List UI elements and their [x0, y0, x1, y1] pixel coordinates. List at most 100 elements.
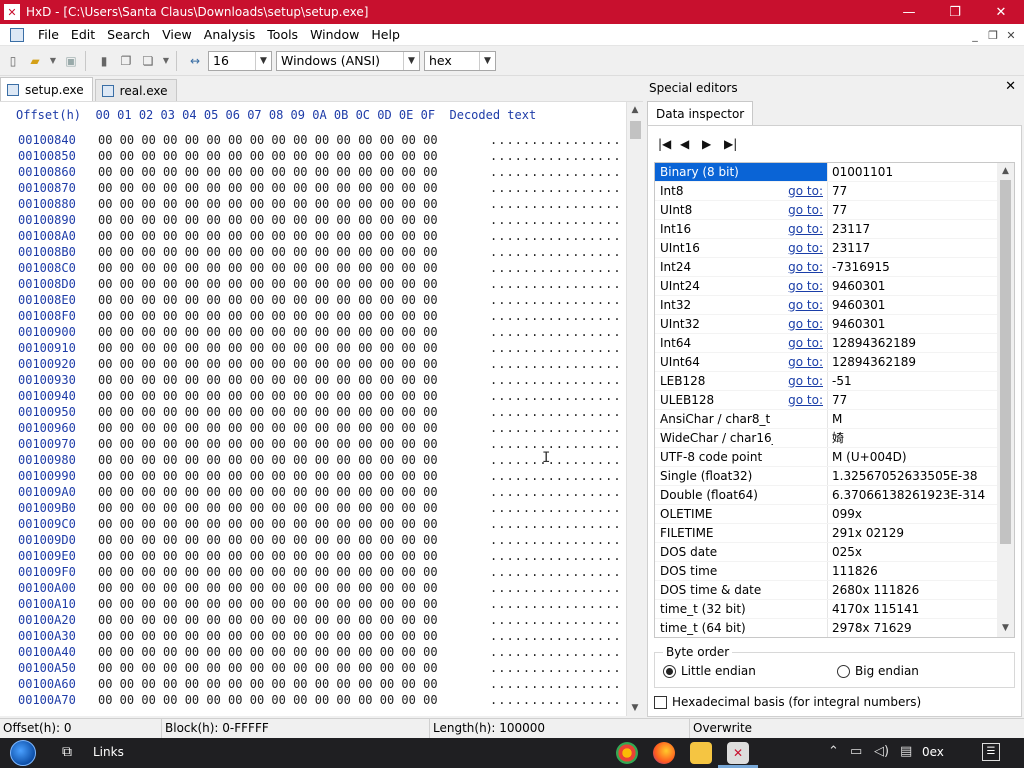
hex-row[interactable]: 00100A40 00 00 00 00 00 00 00 00 00 00 00…: [18, 644, 622, 660]
row-bytes[interactable]: 00 00 00 00 00 00 00 00 00 00 00 00 00 0…: [98, 532, 490, 548]
chrome-icon[interactable]: [616, 742, 638, 764]
row-bytes[interactable]: 00 00 00 00 00 00 00 00 00 00 00 00 00 0…: [98, 164, 490, 180]
open-folder-icon[interactable]: ▰: [26, 52, 44, 70]
hex-row[interactable]: 001008F0 00 00 00 00 00 00 00 00 00 00 00…: [18, 308, 622, 324]
row-bytes[interactable]: 00 00 00 00 00 00 00 00 00 00 00 00 00 0…: [98, 452, 490, 468]
inspector-row[interactable]: UInt16 go to: 23117: [655, 239, 998, 258]
new-file-icon[interactable]: ▯: [4, 52, 22, 70]
row-decoded-text[interactable]: ................: [490, 612, 622, 628]
mdi-minimize-button[interactable]: _: [966, 29, 984, 42]
inspector-value[interactable]: 9460301: [827, 296, 998, 314]
row-decoded-text[interactable]: ................: [490, 676, 622, 692]
inspector-value[interactable]: 婍: [827, 429, 998, 447]
minimize-button[interactable]: —: [886, 0, 932, 24]
cut-icon[interactable]: ▮: [95, 52, 113, 70]
hex-row[interactable]: 001008B0 00 00 00 00 00 00 00 00 00 00 00…: [18, 244, 622, 260]
row-decoded-text[interactable]: ................: [490, 580, 622, 596]
row-bytes[interactable]: 00 00 00 00 00 00 00 00 00 00 00 00 00 0…: [98, 260, 490, 276]
inspector-value[interactable]: -51: [827, 372, 998, 390]
firefox-icon[interactable]: [653, 742, 675, 764]
hex-row[interactable]: 001008C0 00 00 00 00 00 00 00 00 00 00 00…: [18, 260, 622, 276]
document-icon[interactable]: [10, 27, 24, 42]
inspector-row[interactable]: Binary (8 bit) 01001101: [655, 163, 998, 182]
inspector-value[interactable]: M: [827, 410, 998, 428]
title-bar[interactable]: ✕ HxD - [C:\Users\Santa Claus\Downloads\…: [0, 0, 1024, 24]
big-endian-radio[interactable]: Big endian: [837, 664, 919, 678]
scroll-up-icon[interactable]: ▲: [627, 102, 643, 119]
row-decoded-text[interactable]: ................: [490, 484, 622, 500]
inspector-row[interactable]: Int64 go to: 12894362189: [655, 334, 998, 353]
row-decoded-text[interactable]: ................: [490, 324, 622, 340]
inspector-value[interactable]: 6.37066138261923E-314: [827, 486, 998, 504]
menu-help[interactable]: Help: [365, 24, 406, 46]
inspector-row[interactable]: OLETIME 099x: [655, 505, 998, 524]
row-bytes[interactable]: 00 00 00 00 00 00 00 00 00 00 00 00 00 0…: [98, 132, 490, 148]
hex-row[interactable]: 001009F0 00 00 00 00 00 00 00 00 00 00 00…: [18, 564, 622, 580]
tab-data-inspector[interactable]: Data inspector: [647, 101, 754, 125]
prev-icon[interactable]: ◀: [680, 136, 702, 152]
inspector-value[interactable]: M (U+004D): [827, 448, 998, 466]
row-bytes[interactable]: 00 00 00 00 00 00 00 00 00 00 00 00 00 0…: [98, 356, 490, 372]
row-bytes[interactable]: 00 00 00 00 00 00 00 00 00 00 00 00 00 0…: [98, 276, 490, 292]
row-decoded-text[interactable]: ................: [490, 420, 622, 436]
inspector-row[interactable]: Single (float32) 1.32567052633505E-38: [655, 467, 998, 486]
bytes-per-row-select[interactable]: 16 ▼: [208, 50, 272, 71]
goto-link[interactable]: go to:: [773, 334, 827, 352]
next-icon[interactable]: ▶: [702, 136, 724, 152]
row-bytes[interactable]: 00 00 00 00 00 00 00 00 00 00 00 00 00 0…: [98, 212, 490, 228]
inspector-value[interactable]: 291x 02129: [827, 524, 998, 542]
hex-row[interactable]: 00100A50 00 00 00 00 00 00 00 00 00 00 00…: [18, 660, 622, 676]
row-decoded-text[interactable]: ................: [490, 388, 622, 404]
hex-row[interactable]: 00100A70 00 00 00 00 00 00 00 00 00 00 00…: [18, 692, 622, 708]
row-decoded-text[interactable]: ................: [490, 244, 622, 260]
paste-icon[interactable]: ❏: [139, 52, 157, 70]
row-bytes[interactable]: 00 00 00 00 00 00 00 00 00 00 00 00 00 0…: [98, 612, 490, 628]
hex-row[interactable]: 00100870 00 00 00 00 00 00 00 00 00 00 00…: [18, 180, 622, 196]
menu-edit[interactable]: Edit: [65, 24, 101, 46]
inspector-row[interactable]: LEB128 go to: -51: [655, 372, 998, 391]
row-bytes[interactable]: 00 00 00 00 00 00 00 00 00 00 00 00 00 0…: [98, 564, 490, 580]
chevron-up-icon[interactable]: ⌃: [828, 744, 839, 759]
hex-row[interactable]: 001009B0 00 00 00 00 00 00 00 00 00 00 00…: [18, 500, 622, 516]
row-bytes[interactable]: 00 00 00 00 00 00 00 00 00 00 00 00 00 0…: [98, 484, 490, 500]
inspector-row[interactable]: UInt24 go to: 9460301: [655, 277, 998, 296]
hex-row[interactable]: 00100890 00 00 00 00 00 00 00 00 00 00 00…: [18, 212, 622, 228]
row-decoded-text[interactable]: ................: [490, 260, 622, 276]
hex-row[interactable]: 00100970 00 00 00 00 00 00 00 00 00 00 00…: [18, 436, 622, 452]
inspector-value[interactable]: 77: [827, 391, 998, 409]
hex-row[interactable]: 00100980 00 00 00 00 00 00 00 00 00 00 00…: [18, 452, 622, 468]
task-view-icon[interactable]: ⧉: [62, 744, 72, 760]
row-bytes[interactable]: 00 00 00 00 00 00 00 00 00 00 00 00 00 0…: [98, 148, 490, 164]
tab-setup-exe[interactable]: setup.exe: [0, 77, 93, 101]
row-decoded-text[interactable]: ................: [490, 596, 622, 612]
hex-row[interactable]: 00100940 00 00 00 00 00 00 00 00 00 00 00…: [18, 388, 622, 404]
hex-row[interactable]: 00100A10 00 00 00 00 00 00 00 00 00 00 00…: [18, 596, 622, 612]
inspector-value[interactable]: 099x: [827, 505, 998, 523]
inspector-value[interactable]: 4170x 115141: [827, 600, 998, 618]
row-decoded-text[interactable]: ................: [490, 548, 622, 564]
copy-icon[interactable]: ❐: [117, 52, 135, 70]
hex-row[interactable]: 001009E0 00 00 00 00 00 00 00 00 00 00 00…: [18, 548, 622, 564]
inspector-row[interactable]: Int32 go to: 9460301: [655, 296, 998, 315]
chevron-down-icon[interactable]: ▼: [255, 51, 271, 70]
row-bytes[interactable]: 00 00 00 00 00 00 00 00 00 00 00 00 00 0…: [98, 580, 490, 596]
row-decoded-text[interactable]: ................: [490, 516, 622, 532]
hex-row[interactable]: 001009A0 00 00 00 00 00 00 00 00 00 00 00…: [18, 484, 622, 500]
row-bytes[interactable]: 00 00 00 00 00 00 00 00 00 00 00 00 00 0…: [98, 500, 490, 516]
goto-link[interactable]: go to:: [773, 391, 827, 409]
row-decoded-text[interactable]: ................: [490, 644, 622, 660]
row-decoded-text[interactable]: ................: [490, 692, 622, 708]
inspector-value[interactable]: 12894362189: [827, 334, 998, 352]
hex-row[interactable]: 00100900 00 00 00 00 00 00 00 00 00 00 00…: [18, 324, 622, 340]
row-bytes[interactable]: 00 00 00 00 00 00 00 00 00 00 00 00 00 0…: [98, 516, 490, 532]
row-bytes[interactable]: 00 00 00 00 00 00 00 00 00 00 00 00 00 0…: [98, 324, 490, 340]
chevron-down-icon[interactable]: ▼: [479, 51, 495, 70]
row-bytes[interactable]: 00 00 00 00 00 00 00 00 00 00 00 00 00 0…: [98, 228, 490, 244]
row-bytes[interactable]: 00 00 00 00 00 00 00 00 00 00 00 00 00 0…: [98, 644, 490, 660]
menu-search[interactable]: Search: [101, 24, 156, 46]
volume-icon[interactable]: ◁): [874, 744, 889, 759]
first-icon[interactable]: |◀: [658, 136, 680, 152]
row-bytes[interactable]: 00 00 00 00 00 00 00 00 00 00 00 00 00 0…: [98, 468, 490, 484]
inspector-row[interactable]: DOS time 111826: [655, 562, 998, 581]
menu-file[interactable]: File: [32, 24, 65, 46]
